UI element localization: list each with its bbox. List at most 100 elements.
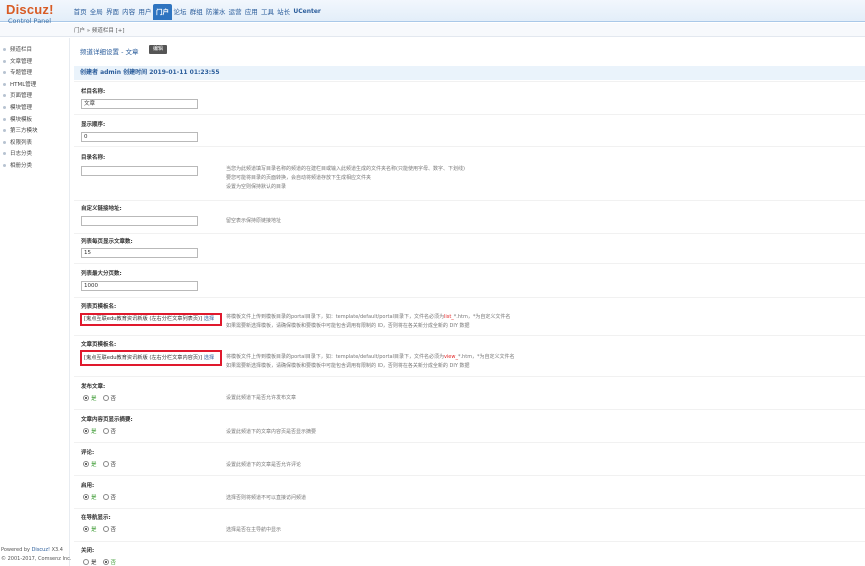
comment-no-radio[interactable] bbox=[102, 461, 109, 467]
navshow-no-radio[interactable] bbox=[102, 526, 109, 532]
row-view-template: 文章页模板名: [鬼点互联edu教育资讯新版 (左右分栏文章内容页)] 选择 将… bbox=[74, 335, 865, 376]
nav-item[interactable]: 首页 bbox=[72, 4, 88, 20]
row-foldername: 目录名称: 当您为此频道填写目录名称的频道的在建栏目或输入此频道生成的文件夹名称… bbox=[74, 146, 865, 200]
summary-yes-radio[interactable] bbox=[83, 428, 89, 434]
row-publish: 发布文章: 是 否 设置此频道下是否允许发布文章 bbox=[74, 376, 865, 409]
breadcrumb[interactable]: 门户 » 频道栏目 [+] bbox=[74, 26, 125, 34]
domain-input[interactable] bbox=[81, 216, 198, 226]
row-domain: 自定义链接地址: 留空表示保持原链接地址 bbox=[74, 200, 865, 233]
enable-no-radio[interactable] bbox=[102, 494, 109, 500]
nav-item[interactable]: 用户 bbox=[137, 4, 153, 20]
nav-item[interactable]: 防灌水 bbox=[204, 4, 227, 20]
list-template-tip-line1: 将模板文件上传到模板目录的portal目录下，如：template/defaul… bbox=[226, 313, 510, 322]
summary-label: 文章内容页显示摘要: bbox=[81, 417, 133, 423]
sidebar-item[interactable]: HTML管理 bbox=[0, 80, 69, 92]
view-tip-pre: 将模板文件上传到模板目录的portal目录下，如：template/defaul… bbox=[226, 354, 444, 360]
sidebar-item[interactable]: 模块管理 bbox=[0, 103, 69, 115]
sidebar-item[interactable]: 页面管理 bbox=[0, 91, 69, 103]
bullet-icon bbox=[3, 152, 6, 156]
summary-radios: 是 否 bbox=[83, 427, 116, 435]
foldername-tip-line1: 当您为此频道填写目录名称的频道的在建栏目或输入此频道生成的文件夹名称(只能使用字… bbox=[226, 166, 465, 172]
sidebar-item-label: 相册分类 bbox=[10, 162, 33, 169]
enable-tip: 选择否则将频道不可以直接访问频道 bbox=[226, 495, 307, 501]
sidebar-item-label: 模块模板 bbox=[10, 116, 33, 123]
perpage-input[interactable]: 15 bbox=[81, 248, 198, 258]
close-radios: 是 否 bbox=[83, 558, 116, 566]
nav-item[interactable]: 应用 bbox=[243, 4, 259, 20]
comment-radios: 是 否 bbox=[83, 460, 116, 468]
enable-yes-radio[interactable] bbox=[83, 494, 89, 500]
list-tip-post: *.htm，*为自定义文件名 bbox=[453, 314, 511, 320]
close-no-radio[interactable] bbox=[102, 559, 109, 565]
sidebar-item[interactable]: 模块模板 bbox=[0, 115, 69, 127]
list-template-field[interactable]: [鬼点互联edu教育资讯新版 (左右分栏文章列表页)] 选择 bbox=[80, 313, 222, 326]
displayorder-label: 显示顺序: bbox=[81, 122, 106, 128]
comment-yes-label: 是 bbox=[91, 462, 97, 468]
sidebar-item[interactable]: 相册分类 bbox=[0, 161, 69, 173]
edit-button[interactable]: 编辑 bbox=[149, 45, 168, 54]
nav-item[interactable]: 内容 bbox=[121, 4, 137, 20]
bullet-icon bbox=[3, 82, 6, 86]
breadcrumb-bar: 门户 » 频道栏目 [+] bbox=[0, 23, 865, 37]
view-tip-post: *.htm，*为自定义文件名 bbox=[457, 354, 515, 360]
view-template-field[interactable]: [鬼点互联edu教育资讯新版 (左右分栏文章内容页)] 选择 bbox=[80, 350, 222, 366]
nav-item[interactable]: 论坛 bbox=[172, 4, 188, 20]
comment-tip: 设置此频道下的文章是否允许评论 bbox=[226, 462, 302, 468]
sidebar-item[interactable]: 第三方模块 bbox=[0, 126, 69, 138]
nav-item[interactable]: 站长 bbox=[276, 4, 292, 20]
view-template-select[interactable]: 选择 bbox=[204, 355, 214, 361]
nav-item[interactable]: 门户 bbox=[152, 4, 172, 20]
creator-info: 创建者 admin 创建时间 2019-01-11 01:23:55 bbox=[74, 66, 865, 80]
catname-input[interactable]: 文章 bbox=[81, 99, 198, 109]
row-perpage: 列表每页显示文章数: 15 bbox=[74, 233, 865, 263]
nav-item[interactable]: UCenter bbox=[292, 4, 323, 20]
list-tip-red: list_ bbox=[443, 314, 454, 320]
sidebar-item[interactable]: 专题管理 bbox=[0, 68, 69, 80]
list-template-select[interactable]: 选择 bbox=[204, 316, 214, 322]
sidebar-item[interactable]: 日志分类 bbox=[0, 149, 69, 161]
navshow-tip: 选择是否在主导航中显示 bbox=[226, 527, 282, 533]
maxpages-input[interactable]: 1000 bbox=[81, 281, 198, 291]
row-catname: 栏目名称: 文章 bbox=[74, 81, 865, 114]
close-no-label: 否 bbox=[110, 560, 117, 566]
perpage-label: 列表每页显示文章数: bbox=[81, 239, 133, 245]
bullet-icon bbox=[3, 140, 6, 144]
navshow-yes-radio[interactable] bbox=[83, 526, 89, 532]
list-template-value: [鬼点互联edu教育资讯新版 (左右分栏文章列表页)] bbox=[84, 316, 203, 322]
list-template-label: 列表页模板名: bbox=[81, 304, 117, 310]
enable-label: 启用: bbox=[81, 483, 95, 489]
sidebar-item[interactable]: 文章管理 bbox=[0, 57, 69, 69]
page-title[interactable]: 频道详细设置 - 文章 bbox=[80, 46, 138, 56]
nav-item[interactable]: 工具 bbox=[259, 4, 275, 20]
summary-no-radio[interactable] bbox=[102, 428, 109, 434]
sidebar-item-label: 权限列表 bbox=[10, 139, 33, 146]
top-header: Discuz! Control Panel 首页 全局 界面 内容 用户 门户 论坛 群组 防灌… bbox=[0, 0, 865, 25]
nav-item[interactable]: 群组 bbox=[188, 4, 204, 20]
bullet-icon bbox=[3, 105, 6, 109]
foldername-tip-line2: 要您可能将目录的页面转换，会自动将频道存放下生成相应文件夹 bbox=[226, 175, 372, 181]
maxpages-label: 列表最大分页数: bbox=[81, 271, 122, 277]
list-template-tip: 将模板文件上传到模板目录的portal目录下，如：template/defaul… bbox=[226, 313, 510, 331]
row-comment: 评论: 是 否 设置此频道下的文章是否允许评论 bbox=[74, 442, 865, 475]
bullet-icon bbox=[3, 48, 6, 51]
nav-item[interactable]: 全局 bbox=[88, 4, 104, 20]
comment-yes-radio[interactable] bbox=[83, 461, 89, 467]
row-summary: 文章内容页显示摘要: 是 否 设置此频道下的文章内容页是否显示摘要 bbox=[74, 409, 865, 442]
close-label: 关闭: bbox=[81, 548, 95, 554]
publish-yes-radio[interactable] bbox=[83, 395, 89, 401]
sidebar-menu: 频道栏目 文章管理 专题管理 HTML管理 页面管理 模块管理 模块模板第三方模块权限列表日… bbox=[0, 38, 69, 173]
powered-link[interactable]: Discuz! bbox=[32, 547, 50, 553]
sidebar-item-label: 第三方模块 bbox=[10, 128, 38, 135]
nav-item[interactable]: 运营 bbox=[227, 4, 243, 20]
foldername-input[interactable] bbox=[81, 166, 198, 176]
publish-no-label: 否 bbox=[110, 396, 117, 402]
powered-by: Powered by Discuz! X3.4 © 2001-2017, Com… bbox=[1, 546, 72, 564]
row-navshow: 在导航显示: 是 否 选择是否在主导航中显示 bbox=[74, 508, 865, 541]
main-nav: 首页 全局 界面 内容 用户 门户 论坛 群组 防灌水 运营 应用 工具 站长 UCenter bbox=[72, 4, 322, 20]
sidebar-item[interactable]: 权限列表 bbox=[0, 138, 69, 150]
publish-no-radio[interactable] bbox=[102, 395, 109, 401]
displayorder-input[interactable]: 0 bbox=[81, 132, 198, 142]
close-yes-radio[interactable] bbox=[83, 559, 89, 565]
sidebar-item[interactable]: 频道栏目 bbox=[0, 45, 69, 57]
nav-item[interactable]: 界面 bbox=[104, 4, 120, 20]
